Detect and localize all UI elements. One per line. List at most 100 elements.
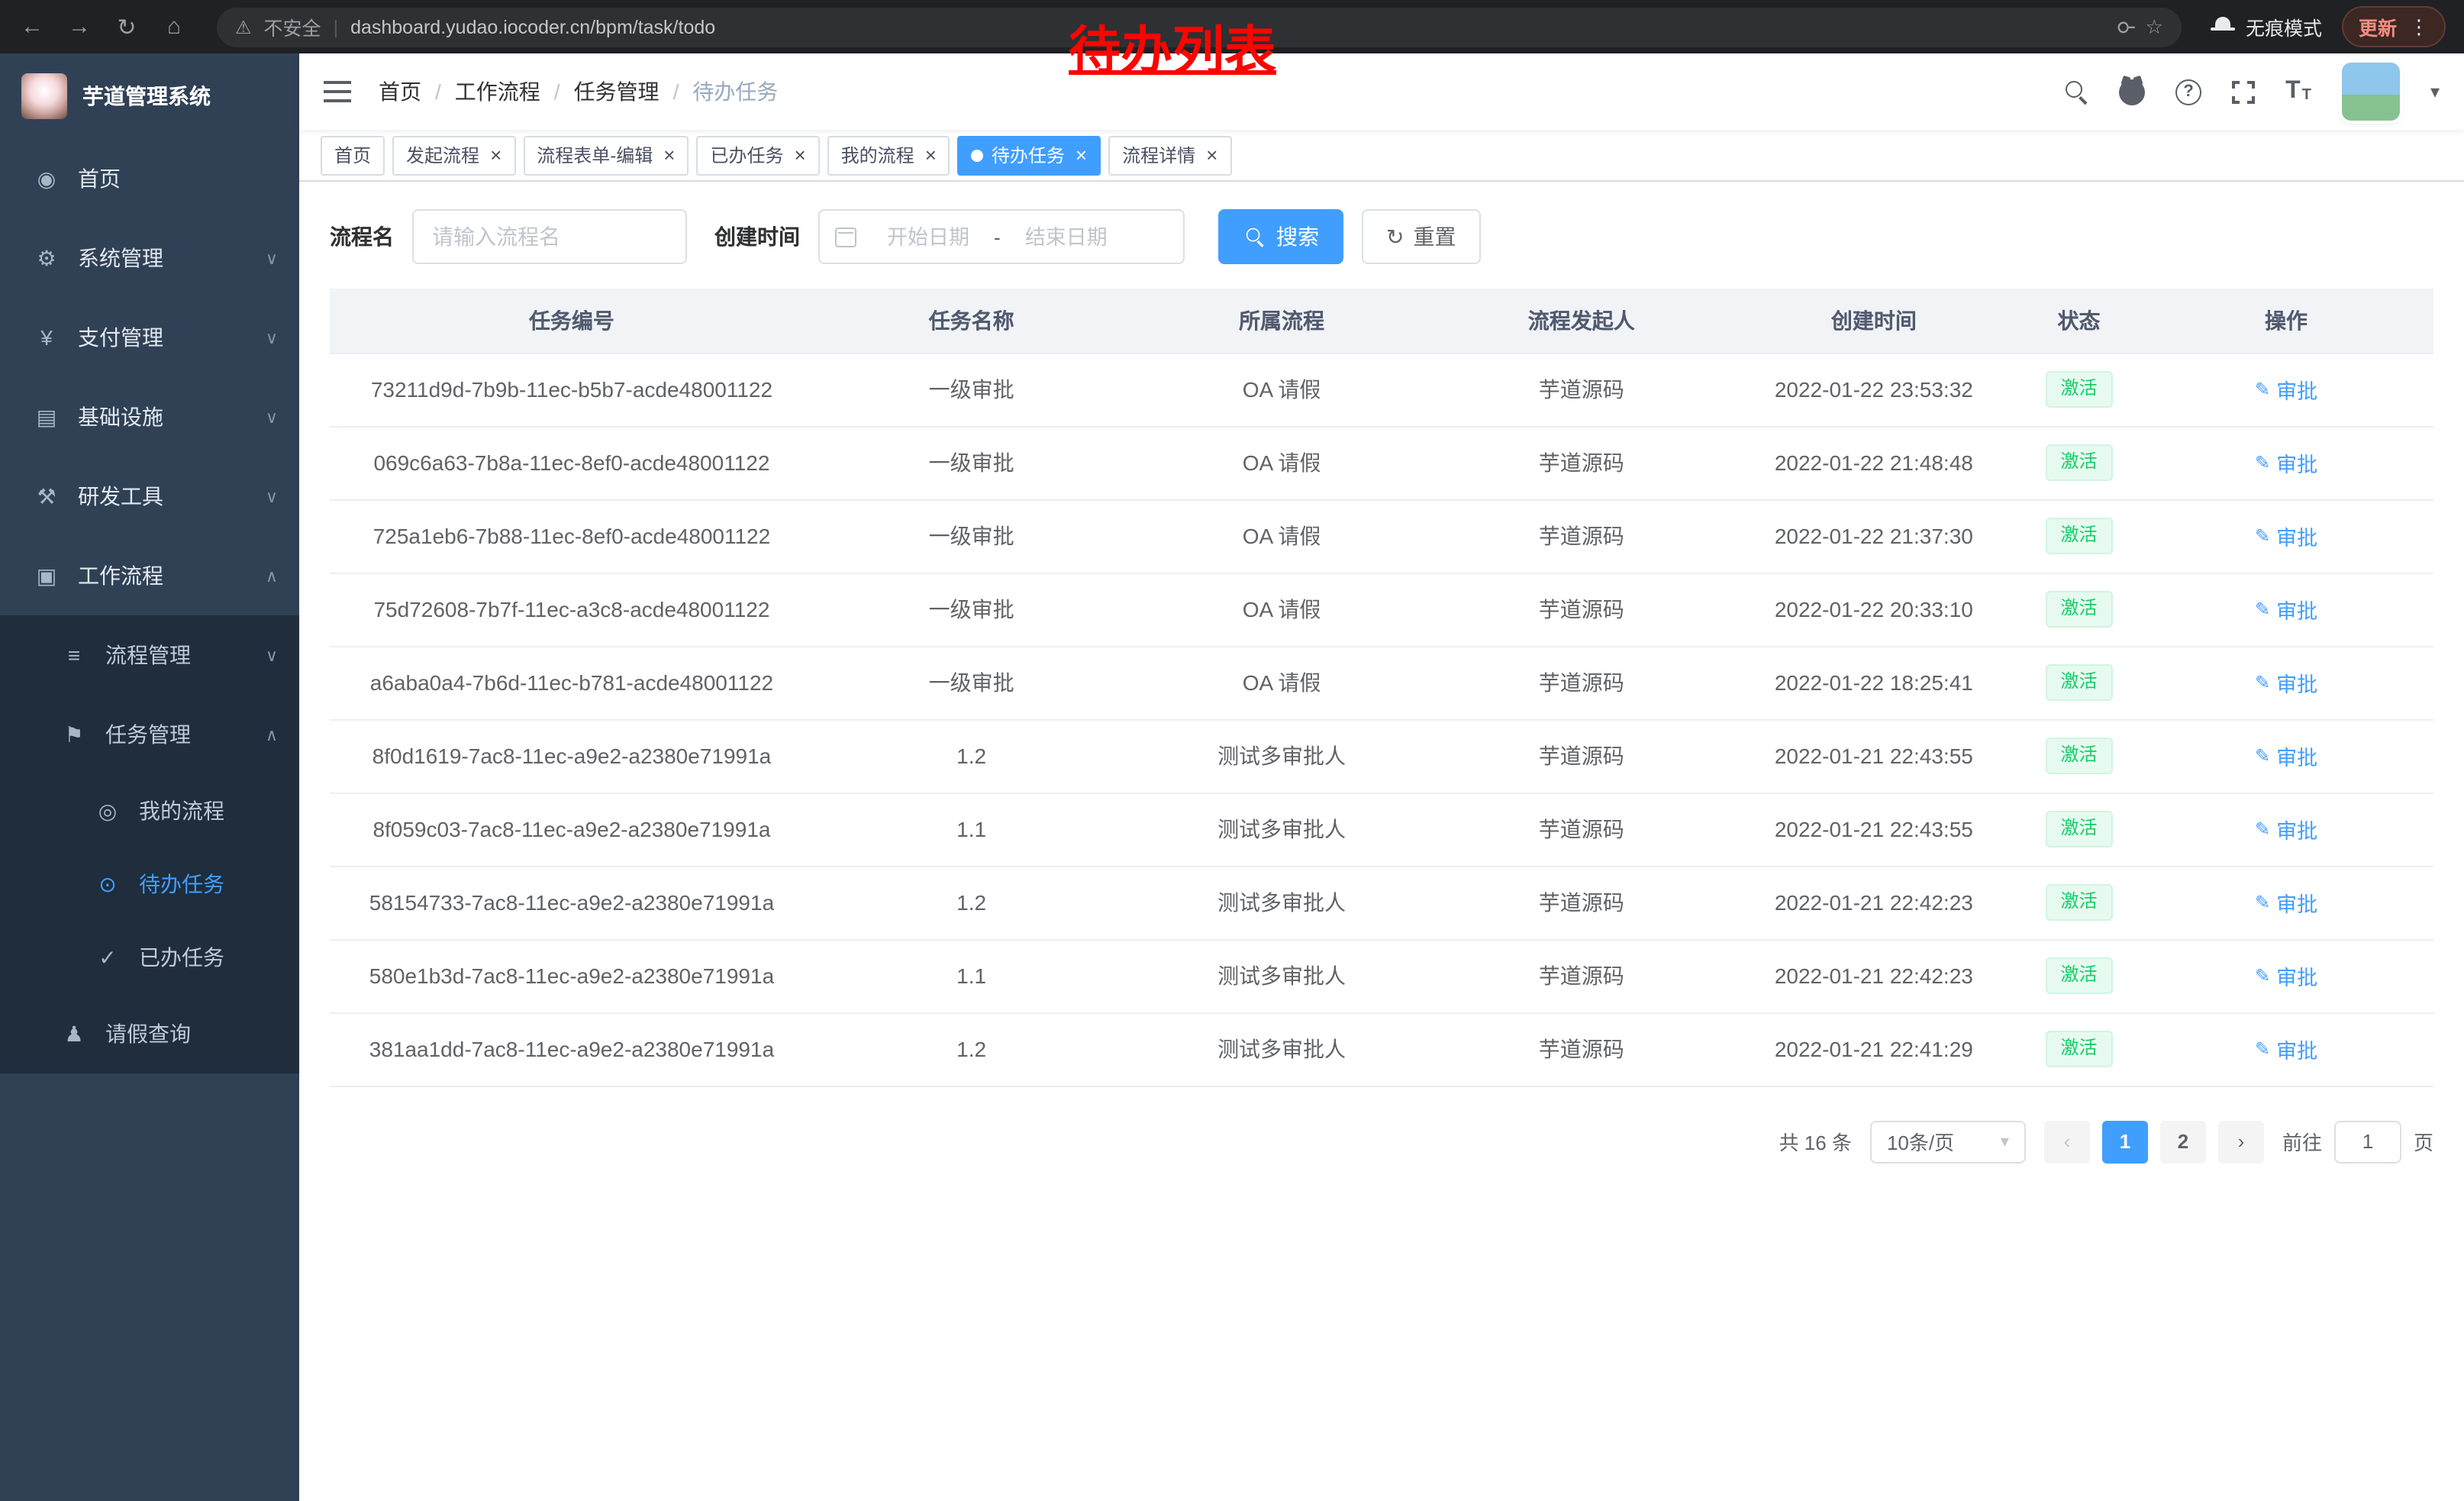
tab-item[interactable]: 发起流程× xyxy=(392,135,515,175)
start-date-input[interactable] xyxy=(869,225,988,248)
sidebar-item-label: 请假查询 xyxy=(105,1018,191,1049)
sidebar-item-infrastructure[interactable]: ▤ 基础设施 ∨ xyxy=(0,377,299,457)
help-icon[interactable]: ? xyxy=(2175,79,2201,105)
cell-task-name: 一级审批 xyxy=(814,353,1129,426)
goto-page: 前往 页 xyxy=(2282,1120,2433,1163)
sidebar-item-label: 工作流程 xyxy=(78,560,163,591)
sidebar-item-leave-query[interactable]: ♟ 请假查询 xyxy=(0,994,299,1073)
page-number-button[interactable]: 2 xyxy=(2160,1120,2206,1163)
approve-link[interactable]: ✎审批 xyxy=(2255,960,2317,991)
table-row: 58154733-7ac8-11ec-a9e2-a2380e71991a1.2测… xyxy=(330,866,2433,939)
annotation-text: 待办列表 xyxy=(1069,9,1276,84)
yen-icon: ¥ xyxy=(34,325,60,350)
tab-close-icon[interactable]: × xyxy=(1206,145,1217,165)
approve-link[interactable]: ✎审批 xyxy=(2255,1034,2317,1064)
breadcrumb-item[interactable]: 工作流程 xyxy=(455,76,540,107)
sidebar-item-done-tasks[interactable]: ✓ 已办任务 xyxy=(0,921,299,994)
fullscreen-icon[interactable] xyxy=(2232,80,2255,103)
cell-task-id: 8f059c03-7ac8-11ec-a9e2-a2380e71991a xyxy=(330,792,814,866)
date-range-picker[interactable]: - xyxy=(818,209,1185,264)
breadcrumb-item[interactable]: 首页 xyxy=(379,76,421,107)
breadcrumb-item[interactable]: 任务管理 xyxy=(574,76,660,107)
password-key-icon[interactable]: ⚲ xyxy=(2114,19,2138,34)
bookmark-star-icon[interactable]: ☆ xyxy=(2146,15,2163,39)
approve-link[interactable]: ✎审批 xyxy=(2255,741,2317,771)
tab-item[interactable]: 待办任务× xyxy=(958,135,1101,175)
tab-label: 已办任务 xyxy=(710,142,783,168)
tab-item[interactable]: 首页 xyxy=(321,135,385,175)
cell-created: 2022-01-21 22:43:55 xyxy=(1729,719,2019,792)
cell-actions: ✎审批 xyxy=(2139,353,2433,426)
approve-link[interactable]: ✎审批 xyxy=(2255,374,2317,405)
status-badge: 激活 xyxy=(2046,884,2113,920)
cell-task-id: 069c6a63-7b8a-11ec-8ef0-acde48001122 xyxy=(330,426,814,499)
security-label: 不安全 xyxy=(264,12,321,41)
cell-created: 2022-01-22 23:53:32 xyxy=(1729,353,2019,426)
sidebar-item-task-mgmt[interactable]: ⚑ 任务管理 ∧ xyxy=(0,695,299,774)
tab-close-icon[interactable]: × xyxy=(663,145,675,165)
page-size-select[interactable]: 10条/页 ▾ xyxy=(1870,1120,2026,1163)
tab-label: 首页 xyxy=(334,142,371,168)
reload-icon[interactable]: ↻ xyxy=(113,13,140,40)
page-number-button[interactable]: 1 xyxy=(2102,1120,2148,1163)
browser-menu-icon[interactable]: ⋮ xyxy=(2409,15,2429,39)
tab-item[interactable]: 我的流程× xyxy=(827,135,950,175)
sidebar-item-dev-tools[interactable]: ⚒ 研发工具 ∨ xyxy=(0,457,299,536)
goto-label: 前往 xyxy=(2282,1127,2322,1156)
approve-link[interactable]: ✎审批 xyxy=(2255,447,2317,478)
incognito-badge: 无痕模式 xyxy=(2211,12,2322,41)
tab-item[interactable]: 流程表单-编辑× xyxy=(523,135,689,175)
back-icon[interactable]: ← xyxy=(18,14,46,40)
col-task-id: 任务编号 xyxy=(330,289,814,353)
approve-link[interactable]: ✎审批 xyxy=(2255,594,2317,625)
goto-page-input[interactable] xyxy=(2334,1120,2401,1163)
sidebar-item-home[interactable]: ◉ 首页 xyxy=(0,139,299,218)
process-name-input[interactable] xyxy=(412,209,687,264)
approve-link[interactable]: ✎审批 xyxy=(2255,887,2317,918)
cell-created: 2022-01-21 22:42:23 xyxy=(1729,939,2019,1012)
approve-link[interactable]: ✎审批 xyxy=(2255,814,2317,844)
home-icon[interactable]: ⌂ xyxy=(160,14,188,40)
cell-process: 测试多审批人 xyxy=(1129,792,1434,866)
tab-close-icon[interactable]: × xyxy=(925,145,937,165)
cell-status: 激活 xyxy=(2019,792,2139,866)
end-date-input[interactable] xyxy=(1007,225,1126,248)
eye-icon: ⊙ xyxy=(95,871,121,897)
next-page-button[interactable]: › xyxy=(2218,1120,2264,1163)
tab-item[interactable]: 已办任务 × xyxy=(696,135,819,175)
font-size-icon[interactable]: T T xyxy=(2285,79,2311,104)
approve-label: 审批 xyxy=(2276,814,2317,844)
sidebar-item-payment-mgmt[interactable]: ¥ 支付管理 ∨ xyxy=(0,298,299,377)
forward-icon[interactable]: → xyxy=(66,14,93,40)
sidebar-item-system-mgmt[interactable]: ⚙ 系统管理 ∨ xyxy=(0,218,299,298)
user-avatar[interactable] xyxy=(2342,63,2400,121)
sidebar-item-label: 已办任务 xyxy=(139,942,224,973)
reset-button[interactable]: ↻ 重置 xyxy=(1362,209,1480,264)
workflow-submenu: ≡ 流程管理 ∨ ⚑ 任务管理 ∧ ◎ 我的流程 ⊙ xyxy=(0,615,299,1073)
calendar-icon xyxy=(835,227,856,247)
col-actions: 操作 xyxy=(2139,289,2433,353)
search-button[interactable]: 搜索 xyxy=(1218,209,1343,264)
search-icon[interactable] xyxy=(2064,79,2088,104)
sidebar-item-my-process[interactable]: ◎ 我的流程 xyxy=(0,774,299,847)
prev-page-button[interactable]: ‹ xyxy=(2044,1120,2090,1163)
col-task-name: 任务名称 xyxy=(814,289,1129,353)
sidebar-item-process-mgmt[interactable]: ≡ 流程管理 ∨ xyxy=(0,615,299,695)
sidebar-item-todo-tasks[interactable]: ⊙ 待办任务 xyxy=(0,847,299,921)
sidebar-menu: ◉ 首页 ⚙ 系统管理 ∨ ¥ 支付管理 ∨ ▤ 基础设施 ∨ xyxy=(0,139,299,1073)
update-button[interactable]: 更新 ⋮ xyxy=(2342,6,2446,47)
tab-close-icon[interactable]: × xyxy=(1076,145,1087,165)
tab-item[interactable]: 流程详情× xyxy=(1108,135,1231,175)
avatar-caret-icon[interactable]: ▾ xyxy=(2430,81,2440,102)
cell-task-id: 725a1eb6-7b88-11ec-8ef0-acde48001122 xyxy=(330,499,814,573)
tab-close-icon[interactable]: × xyxy=(794,145,805,165)
approve-label: 审批 xyxy=(2276,374,2317,405)
tab-close-icon[interactable]: × xyxy=(490,145,502,165)
github-icon[interactable] xyxy=(2119,79,2145,105)
chevron-down-icon: ∨ xyxy=(266,248,278,268)
hamburger-icon[interactable] xyxy=(324,81,351,102)
sidebar-item-workflow[interactable]: ▣ 工作流程 ∧ xyxy=(0,536,299,615)
approve-link[interactable]: ✎审批 xyxy=(2255,521,2317,551)
app-logo[interactable]: 芋道管理系统 xyxy=(0,53,299,139)
approve-link[interactable]: ✎审批 xyxy=(2255,667,2317,698)
